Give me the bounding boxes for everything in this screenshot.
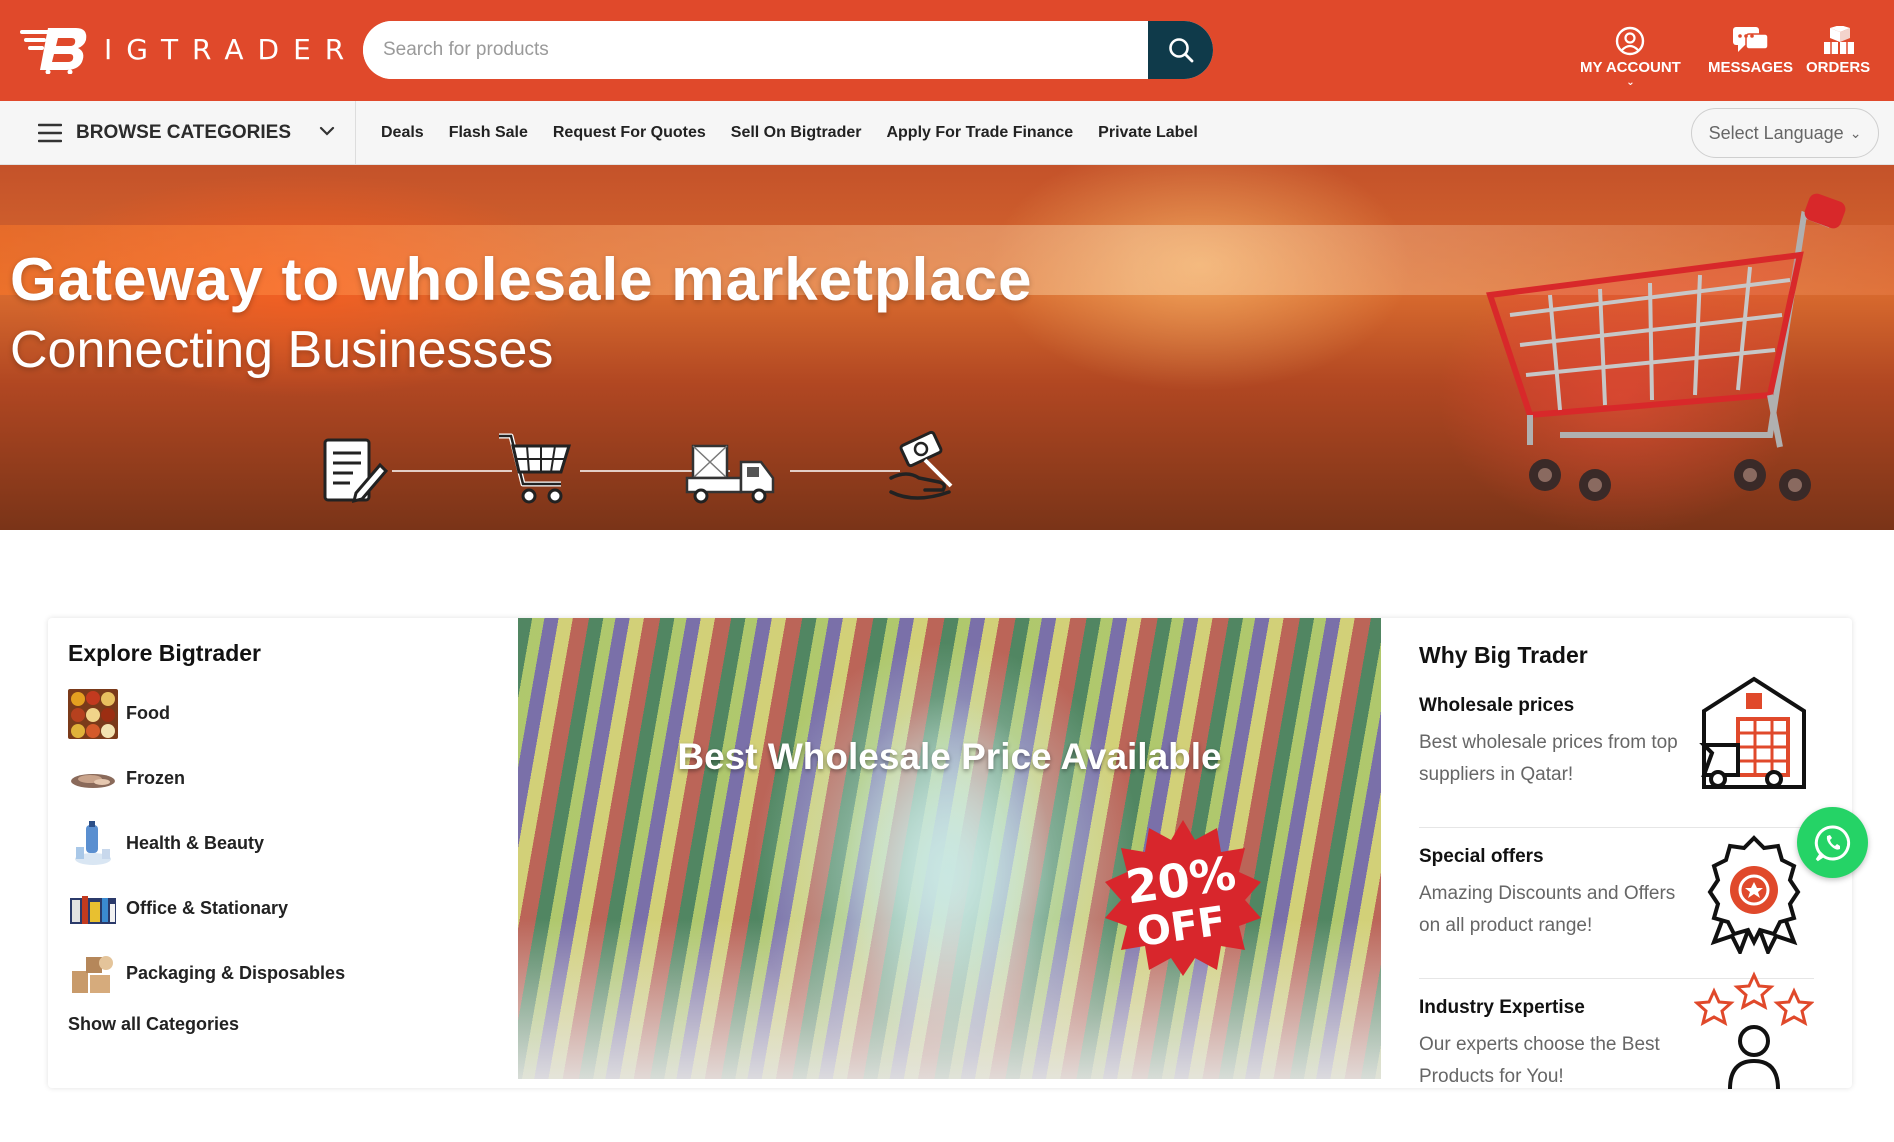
- category-nav-bar: BROWSE CATEGORIES Deals Flash Sale Reque…: [0, 101, 1894, 165]
- food-thumb: [68, 688, 118, 739]
- step-connector: [392, 470, 512, 472]
- category-label: Frozen: [126, 768, 186, 788]
- category-item-packaging-disposables[interactable]: Packaging & Disposables: [68, 941, 508, 1006]
- expert-stars-icon: [1694, 971, 1814, 1090]
- messages-label: MESSAGES: [1708, 59, 1794, 76]
- category-label: Packaging & Disposables: [126, 963, 346, 983]
- explore-title: Explore Bigtrader: [68, 640, 261, 666]
- chat-bubbles-icon: [1732, 27, 1769, 52]
- language-select[interactable]: Select Language ⌄: [1691, 108, 1879, 158]
- why-item-text: Amazing Discounts and Offers on all prod…: [1419, 883, 1676, 936]
- search-button[interactable]: [1148, 21, 1213, 79]
- chevron-down-icon: ⌄: [1626, 77, 1635, 88]
- nav-link-deals[interactable]: Deals: [381, 124, 424, 142]
- discount-badge-icon: 20% OFF: [1105, 820, 1261, 976]
- why-big-trader-section: Why Big Trader Wholesale prices Best who…: [1419, 642, 1814, 1142]
- orders-button[interactable]: ORDERS: [1806, 26, 1870, 76]
- why-item-text: Best wholesale prices from top suppliers…: [1419, 732, 1678, 785]
- why-item-wholesale-prices: Wholesale prices Best wholesale prices f…: [1419, 676, 1814, 828]
- delivery-truck-icon: [685, 444, 775, 504]
- category-item-food[interactable]: Food: [68, 681, 508, 746]
- nav-link-request-for-quotes[interactable]: Request For Quotes: [553, 124, 706, 142]
- why-title: Why Big Trader: [1419, 642, 1588, 668]
- logo-mark-icon: [20, 28, 87, 74]
- nav-links: Deals Flash Sale Request For Quotes Sell…: [381, 101, 1223, 164]
- explore-section: Explore Bigtrader Food Frozen Health & B…: [68, 640, 508, 1035]
- my-account-label: MY ACCOUNT: [1580, 59, 1681, 76]
- browse-categories-label: BROWSE CATEGORIES: [76, 121, 291, 143]
- promo-title: Best Wholesale Price Available: [677, 736, 1222, 777]
- hero-process-steps: [320, 430, 960, 510]
- orders-label: ORDERS: [1806, 59, 1871, 76]
- top-header: IGTRADER MY ACCOUNT ⌄ MESSAGES: [0, 0, 1894, 101]
- category-label: Office & Stationary: [126, 898, 289, 918]
- bigtrader-logo[interactable]: IGTRADER: [20, 24, 358, 74]
- user-circle-icon: [1616, 26, 1645, 56]
- category-item-frozen[interactable]: Frozen: [68, 746, 508, 811]
- why-item-text: Our experts choose the Best Products for…: [1419, 1034, 1660, 1087]
- search-icon: [1168, 38, 1193, 63]
- logo-text: IGTRADER: [104, 32, 359, 66]
- category-item-health-beauty[interactable]: Health & Beauty: [68, 811, 508, 876]
- whatsapp-icon: [1814, 824, 1850, 861]
- step-connector: [790, 470, 900, 472]
- messages-button[interactable]: MESSAGES: [1708, 26, 1793, 76]
- health-thumb: [75, 820, 111, 865]
- browse-categories-button[interactable]: BROWSE CATEGORIES: [0, 101, 356, 164]
- chevron-down-icon: [319, 126, 335, 136]
- category-label: Food: [126, 703, 170, 723]
- hero-subtitle: Connecting Businesses: [10, 321, 554, 379]
- award-badge-icon: [1707, 835, 1801, 954]
- category-label: Health & Beauty: [126, 833, 265, 853]
- search-bar: [363, 21, 1213, 79]
- chevron-down-icon: ⌄: [1849, 124, 1862, 141]
- hero-banner[interactable]: Gateway to wholesale marketplace Connect…: [0, 165, 1894, 530]
- search-input[interactable]: [363, 21, 1148, 79]
- office-thumb: [70, 895, 116, 924]
- my-account-button[interactable]: MY ACCOUNT ⌄: [1580, 26, 1681, 88]
- category-item-office-stationary[interactable]: Office & Stationary: [68, 876, 508, 941]
- why-item-industry-expertise: Industry Expertise Our experts choose th…: [1419, 971, 1814, 1130]
- nav-link-flash-sale[interactable]: Flash Sale: [449, 124, 528, 142]
- hero-title: Gateway to wholesale marketplace: [10, 246, 1033, 313]
- show-all-categories-link[interactable]: Show all Categories: [68, 1014, 239, 1035]
- promo-banner[interactable]: Best Wholesale Price Available 20% OFF: [518, 618, 1381, 1079]
- shopping-cart-icon: [499, 433, 572, 504]
- nav-link-sell-on-bigtrader[interactable]: Sell On Bigtrader: [731, 124, 862, 142]
- money-hand-icon: [889, 430, 953, 500]
- whatsapp-chat-button[interactable]: [1797, 807, 1868, 878]
- hamburger-menu-icon: [38, 123, 62, 142]
- language-select-label: Select Language: [1708, 122, 1844, 143]
- packaging-thumb: [72, 955, 113, 993]
- nav-link-private-label[interactable]: Private Label: [1098, 124, 1198, 142]
- nav-link-trade-finance[interactable]: Apply For Trade Finance: [886, 124, 1073, 142]
- document-edit-icon: [323, 438, 389, 504]
- why-item-special-offers: Special offers Amazing Discounts and Off…: [1419, 835, 1814, 979]
- frozen-thumb: [71, 773, 115, 788]
- shopping-cart-illustration: [1486, 193, 1846, 501]
- warehouse-truck-icon: [1699, 676, 1806, 789]
- boxes-icon: [1824, 26, 1855, 54]
